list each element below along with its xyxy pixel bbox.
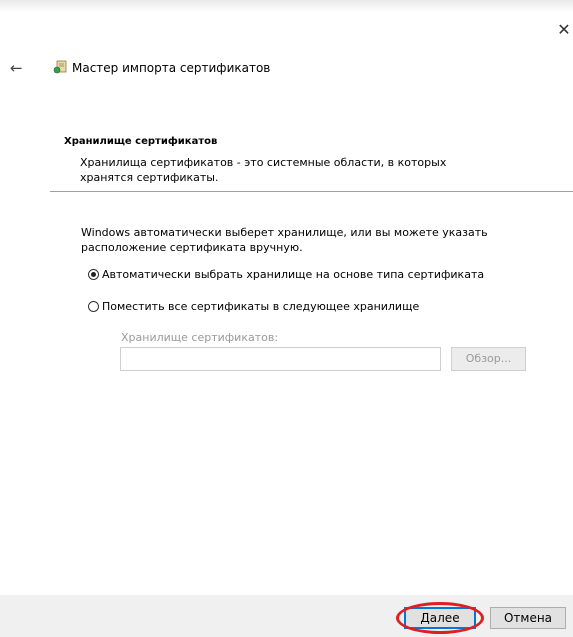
store-input[interactable]	[120, 347, 441, 371]
section-title: Хранилище сертификатов	[64, 136, 218, 147]
store-field-label: Хранилище сертификатов:	[121, 331, 279, 344]
header-divider	[50, 191, 573, 192]
certificate-wizard-icon	[53, 60, 67, 74]
footer-bar	[0, 595, 573, 637]
next-button-label: алее	[429, 611, 460, 625]
radio-button-checked[interactable]	[88, 269, 99, 280]
window-top-edge	[0, 0, 573, 12]
next-button[interactable]: Далее	[404, 607, 476, 629]
close-button[interactable]: ✕	[556, 22, 572, 38]
intro-text: Windows автоматически выберет хранилище,…	[81, 226, 488, 254]
place-in-store-label: Поместить все сертификаты в следующее хр…	[102, 300, 420, 313]
section-description: Хранилища сертификатов - это системные о…	[80, 156, 447, 184]
next-button-accelerator: Д	[420, 611, 430, 625]
auto-select-store-option[interactable]: Автоматически выбрать хранилище на основ…	[88, 268, 484, 281]
auto-select-store-label: Автоматически выбрать хранилище на основ…	[102, 268, 485, 281]
radio-button-unchecked[interactable]	[88, 301, 99, 312]
browse-button[interactable]: Обзор...	[451, 347, 526, 371]
wizard-title: Мастер импорта сертификатов	[72, 61, 271, 75]
cancel-button[interactable]: Отмена	[490, 607, 566, 629]
place-in-store-option[interactable]: Поместить все сертификаты в следующее хр…	[88, 300, 419, 313]
back-arrow-icon: ←	[10, 59, 23, 77]
close-icon: ✕	[557, 20, 571, 39]
back-button[interactable]: ←	[10, 60, 26, 76]
